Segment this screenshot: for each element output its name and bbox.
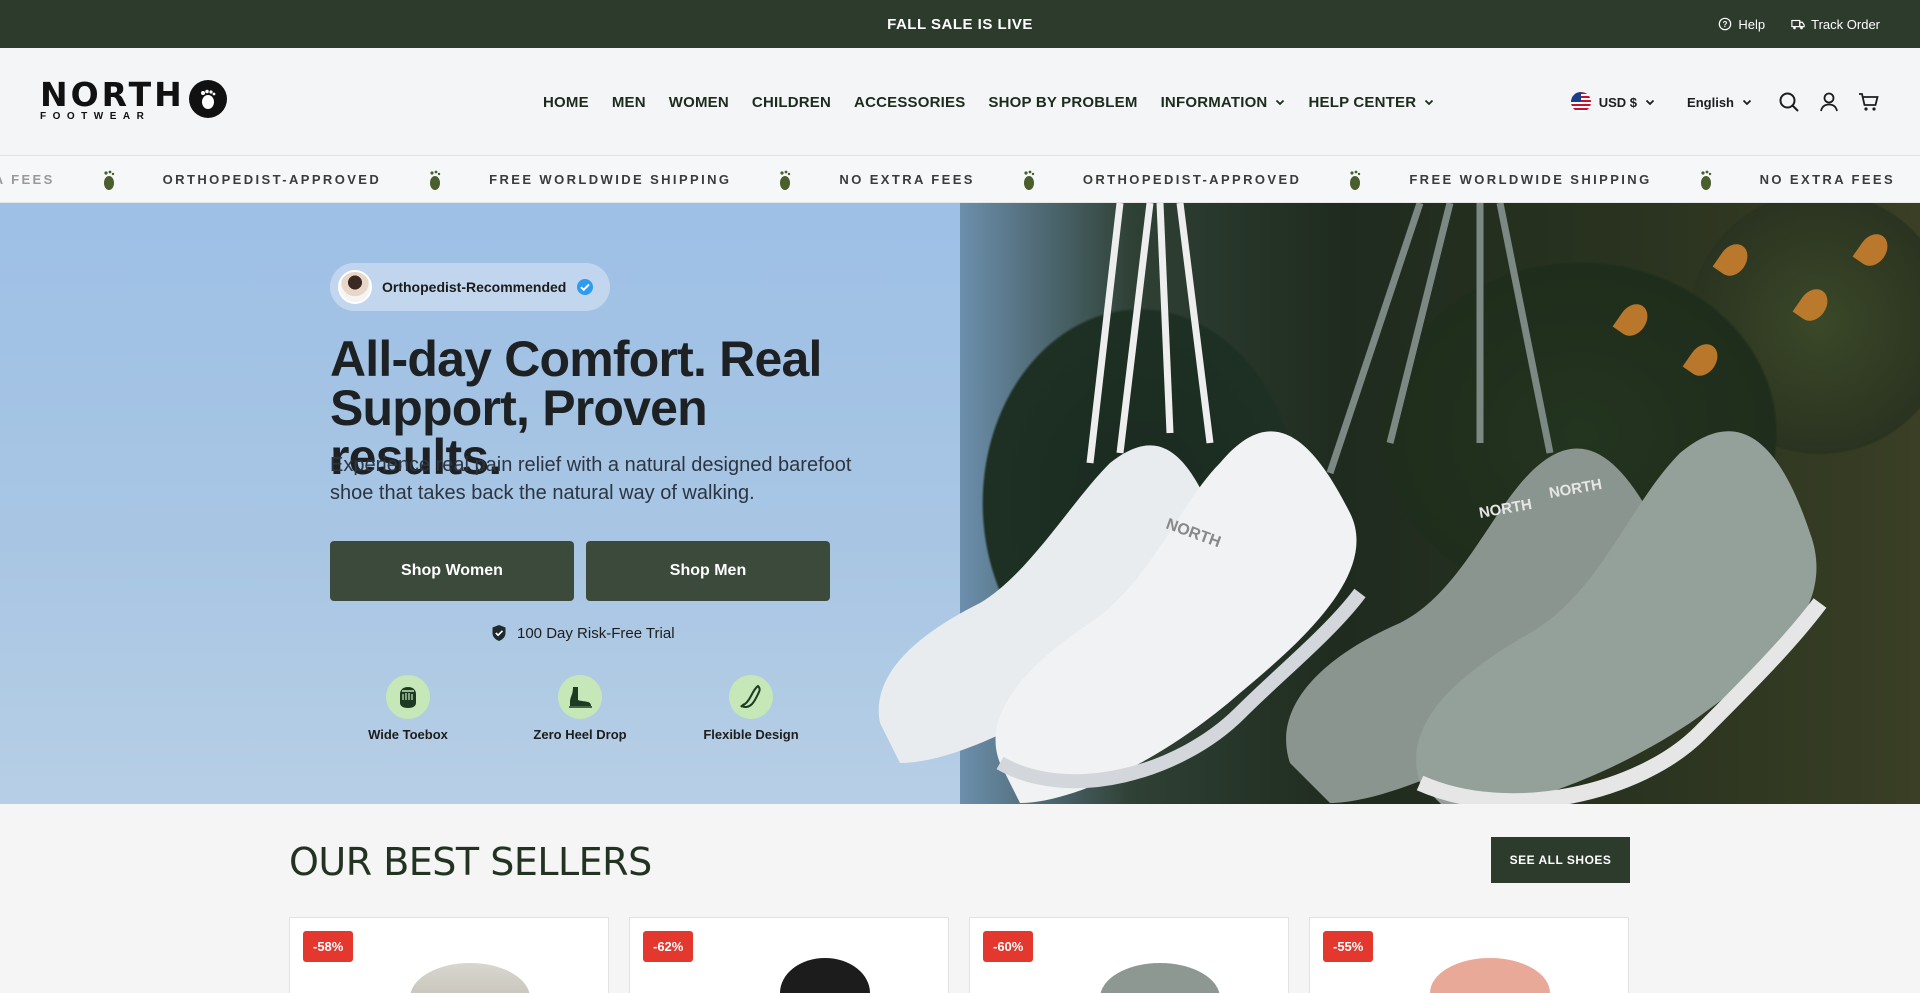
marquee-item: ORTHOPEDIST-APPROVED bbox=[162, 172, 382, 187]
product-card[interactable]: -62% bbox=[629, 917, 949, 993]
badge-label: Orthopedist-Recommended bbox=[382, 279, 567, 295]
product-card[interactable]: -58% bbox=[289, 917, 609, 993]
chevron-down-icon bbox=[1425, 99, 1434, 106]
feature-label: Wide Toebox bbox=[368, 727, 448, 742]
footprint-icon bbox=[1023, 170, 1035, 190]
help-label: Help bbox=[1738, 16, 1766, 32]
cart-icon[interactable] bbox=[1858, 91, 1880, 113]
main-nav: HOME MEN WOMEN CHILDREN ACCESSORIES SHOP… bbox=[543, 48, 1434, 156]
logo-main-text: NORTH bbox=[40, 75, 185, 114]
footprint-icon bbox=[1700, 170, 1711, 190]
nav-label: HOME bbox=[543, 93, 589, 111]
marquee-item: FREE WORLDWIDE SHIPPING bbox=[489, 172, 732, 187]
nav-help-center[interactable]: HELP CENTER bbox=[1308, 94, 1434, 111]
logo-wordmark: NORTH FOOTWEAR bbox=[40, 78, 185, 122]
footprint-icon bbox=[430, 170, 441, 190]
track-order-label: Track Order bbox=[1811, 16, 1880, 32]
marquee-item: FREE WORLDWIDE SHIPPING bbox=[1409, 172, 1652, 187]
flexible-design-icon bbox=[729, 675, 773, 719]
trial-label: 100 Day Risk-Free Trial bbox=[517, 624, 675, 642]
site-header: NORTH FOOTWEAR HOME MEN WOMEN CHILDREN A… bbox=[0, 48, 1920, 156]
nav-accessories[interactable]: ACCESSORIES bbox=[854, 94, 965, 111]
track-order-link[interactable]: Track Order bbox=[1791, 17, 1880, 32]
discount-badge: -60% bbox=[983, 931, 1034, 962]
product-image bbox=[1100, 963, 1220, 993]
discount-badge: -58% bbox=[303, 931, 354, 962]
hero-banner: NORTH NORTH NORTH Orthopedist-Recommende… bbox=[0, 203, 1920, 804]
product-image bbox=[410, 963, 530, 993]
product-image bbox=[780, 958, 870, 993]
marquee-item: NO EXTRA FEES bbox=[839, 172, 975, 187]
us-flag-icon bbox=[1570, 92, 1591, 112]
feature-wide-toebox: Wide Toebox bbox=[333, 675, 483, 742]
header-actions: USD $ English bbox=[1570, 48, 1880, 156]
discount-badge: -55% bbox=[1323, 931, 1374, 962]
chevron-down-icon bbox=[1276, 99, 1285, 106]
truck-icon bbox=[1791, 19, 1805, 30]
orthopedist-badge: Orthopedist-Recommended bbox=[330, 263, 611, 311]
feature-label: Zero Heel Drop bbox=[533, 727, 627, 742]
nav-men[interactable]: MEN bbox=[612, 94, 646, 111]
product-card[interactable]: -60% bbox=[969, 917, 1289, 993]
marquee-item: ORTHOPEDIST-APPROVED bbox=[1082, 172, 1302, 187]
utility-links: ? Help Track Order bbox=[1718, 0, 1880, 48]
announcement-bar: FALL SALE IS LIVE ? Help Track Order bbox=[0, 0, 1920, 48]
hero-subtitle: Experience real pain relief with a natur… bbox=[330, 454, 852, 504]
hero-shoes-image: NORTH NORTH NORTH bbox=[878, 203, 1827, 804]
logo-sub-text: FOOTWEAR bbox=[40, 111, 151, 122]
svg-text:?: ? bbox=[1723, 20, 1728, 29]
nav-children[interactable]: CHILDREN bbox=[752, 94, 831, 111]
language-label: English bbox=[1687, 94, 1734, 110]
help-link[interactable]: ? Help bbox=[1718, 17, 1765, 32]
best-sellers-section: OUR BEST SELLERS SEE ALL SHOES -58% -62%… bbox=[0, 804, 1920, 993]
account-icon[interactable] bbox=[1818, 91, 1840, 113]
nav-label: SHOP BY PROBLEM bbox=[988, 93, 1138, 111]
doctor-avatar bbox=[338, 270, 372, 304]
benefits-marquee: RA FEES ORTHOPEDIST-APPROVED FREE WORLDW… bbox=[0, 156, 1920, 203]
risk-free-trial: 100 Day Risk-Free Trial bbox=[491, 624, 675, 642]
feature-label: Flexible Design bbox=[703, 727, 799, 742]
marquee-track: RA FEES ORTHOPEDIST-APPROVED FREE WORLDW… bbox=[0, 156, 1920, 202]
nav-label: HELP CENTER bbox=[1308, 93, 1417, 111]
see-all-shoes-button[interactable]: SEE ALL SHOES bbox=[1491, 837, 1630, 883]
language-selector[interactable]: English bbox=[1687, 95, 1752, 110]
nav-label: WOMEN bbox=[668, 93, 729, 111]
feature-flexible-design: Flexible Design bbox=[676, 675, 826, 742]
chevron-down-icon bbox=[1742, 99, 1752, 106]
brand-logo[interactable]: NORTH FOOTWEAR bbox=[40, 78, 227, 122]
nav-label: ACCESSORIES bbox=[854, 93, 966, 111]
nav-label: INFORMATION bbox=[1160, 93, 1268, 111]
currency-label: USD $ bbox=[1598, 94, 1638, 110]
chevron-down-icon bbox=[1645, 99, 1655, 106]
footprint-logo-icon bbox=[188, 80, 227, 118]
best-sellers-title: OUR BEST SELLERS bbox=[289, 840, 652, 884]
footprint-icon bbox=[1350, 170, 1361, 190]
shop-men-button[interactable]: Shop Men bbox=[586, 541, 830, 601]
shield-check-icon bbox=[492, 625, 506, 641]
search-icon[interactable] bbox=[1778, 91, 1800, 113]
product-card[interactable]: -55% bbox=[1309, 917, 1629, 993]
nav-label: MEN bbox=[611, 93, 646, 111]
nav-shop-by-problem[interactable]: SHOP BY PROBLEM bbox=[988, 94, 1137, 111]
product-image bbox=[1430, 958, 1550, 993]
nav-women[interactable]: WOMEN bbox=[669, 94, 729, 111]
marquee-item: NO EXTRA FEES bbox=[1759, 172, 1896, 187]
currency-selector[interactable]: USD $ bbox=[1570, 92, 1655, 112]
nav-home[interactable]: HOME bbox=[543, 94, 589, 111]
footprint-icon bbox=[103, 170, 114, 190]
wide-toebox-icon bbox=[386, 675, 430, 719]
footprint-icon bbox=[780, 170, 791, 190]
verified-check-icon bbox=[577, 279, 594, 295]
marquee-item: RA FEES bbox=[0, 172, 55, 187]
announcement-text: FALL SALE IS LIVE bbox=[887, 15, 1033, 33]
feature-zero-heel-drop: Zero Heel Drop bbox=[505, 675, 655, 742]
nav-label: CHILDREN bbox=[751, 93, 832, 111]
discount-badge: -62% bbox=[643, 931, 694, 962]
shop-women-button[interactable]: Shop Women bbox=[330, 541, 574, 601]
zero-heel-drop-icon bbox=[558, 675, 602, 719]
nav-information[interactable]: INFORMATION bbox=[1161, 94, 1286, 111]
help-icon: ? bbox=[1719, 17, 1732, 31]
